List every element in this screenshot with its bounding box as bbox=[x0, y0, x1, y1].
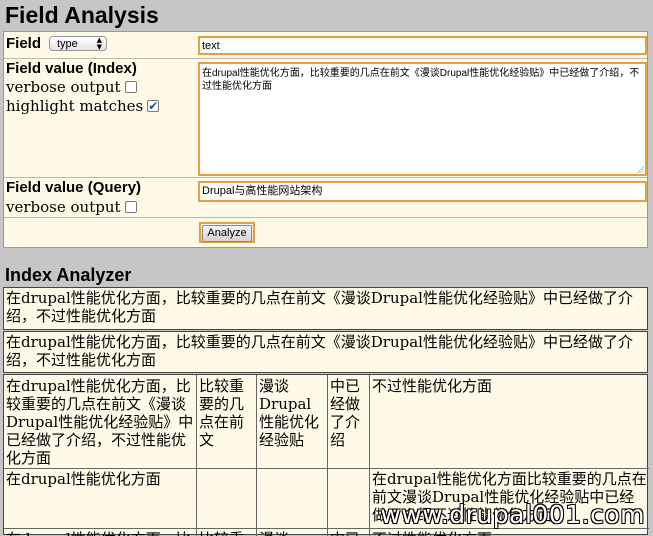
query-verbose-checkbox[interactable] bbox=[124, 201, 137, 213]
field-name-input-value: text bbox=[202, 40, 220, 52]
query-verbose-option[interactable]: verbose output bbox=[6, 198, 137, 216]
index-verbose-option[interactable]: verbose output bbox=[6, 78, 137, 96]
field-analysis-form: Field type ▲ ▼ text Field value (Index) v… bbox=[3, 31, 648, 248]
page-title: Field Analysis bbox=[5, 2, 159, 28]
token-cell: 中已经做了介绍 bbox=[330, 377, 361, 449]
index-analyzer-title: Index Analyzer bbox=[5, 265, 132, 285]
index-value-label: Field value (Index) bbox=[6, 60, 137, 77]
token-cell: 漫谈Drupal性能优化经验贴 bbox=[259, 377, 320, 449]
analyzer-row-text: 在drupal性能优化方面，比较重要的几点在前文《漫谈Drupal性能优化经验贴… bbox=[6, 333, 633, 369]
index-verbose-label: verbose output bbox=[6, 78, 121, 96]
token-cell: 在drupal性能优化方面，比较重要的几点在前文《漫谈Drupal性能优化经验贴… bbox=[6, 377, 194, 467]
index-value-textarea[interactable]: 在drupal性能优化方面，比较重要的几点在前文《漫谈Drupal性能优化经验贴… bbox=[198, 62, 647, 176]
field-type-select-value: type bbox=[57, 38, 78, 50]
analyze-button[interactable]: Analyze bbox=[199, 222, 255, 243]
token-cell: 在drupal性能优化方面 bbox=[6, 470, 161, 488]
row-divider bbox=[4, 58, 647, 59]
resize-handle-icon[interactable] bbox=[637, 166, 644, 173]
index-highlight-option[interactable]: highlight matches bbox=[6, 97, 160, 115]
field-type-select[interactable]: type ▲ ▼ bbox=[49, 36, 107, 51]
analyzer-row-filter: 在drupal性能优化方面，比较重要的几点在前文《漫谈Drupal性能优化经验贴… bbox=[3, 331, 648, 373]
index-value-text: 在drupal性能优化方面，比较重要的几点在前文《漫谈Drupal性能优化经验贴… bbox=[202, 68, 640, 92]
row-divider bbox=[4, 177, 647, 178]
field-label: Field bbox=[6, 35, 42, 52]
row-divider bbox=[4, 217, 647, 218]
field-name-input[interactable]: text bbox=[198, 36, 647, 55]
token-cell: 不过性能优化方面 bbox=[372, 377, 493, 395]
query-verbose-label: verbose output bbox=[6, 198, 121, 216]
query-value-input-text: Drupal与高性能网站架构 bbox=[202, 185, 323, 197]
select-arrows-icon: ▲ ▼ bbox=[96, 36, 102, 51]
analyzer-row-text: 在drupal性能优化方面，比较重要的几点在前文《漫谈Drupal性能优化经验贴… bbox=[6, 289, 633, 325]
index-verbose-checkbox[interactable] bbox=[124, 81, 137, 93]
query-value-label: Field value (Query) bbox=[6, 179, 142, 196]
analyzer-row-tokenizer: 在drupal性能优化方面，比较重要的几点在前文《漫谈Drupal性能优化经验贴… bbox=[3, 287, 648, 330]
index-highlight-label: highlight matches bbox=[6, 97, 144, 115]
token-cell: 比较重要的几点在前文 bbox=[199, 377, 245, 449]
analyze-button-label: Analyze bbox=[202, 225, 252, 242]
watermark: www.drupal001.com bbox=[380, 500, 645, 529]
query-value-input[interactable]: Drupal与高性能网站架构 bbox=[198, 181, 647, 202]
index-highlight-checkbox[interactable] bbox=[147, 97, 160, 115]
